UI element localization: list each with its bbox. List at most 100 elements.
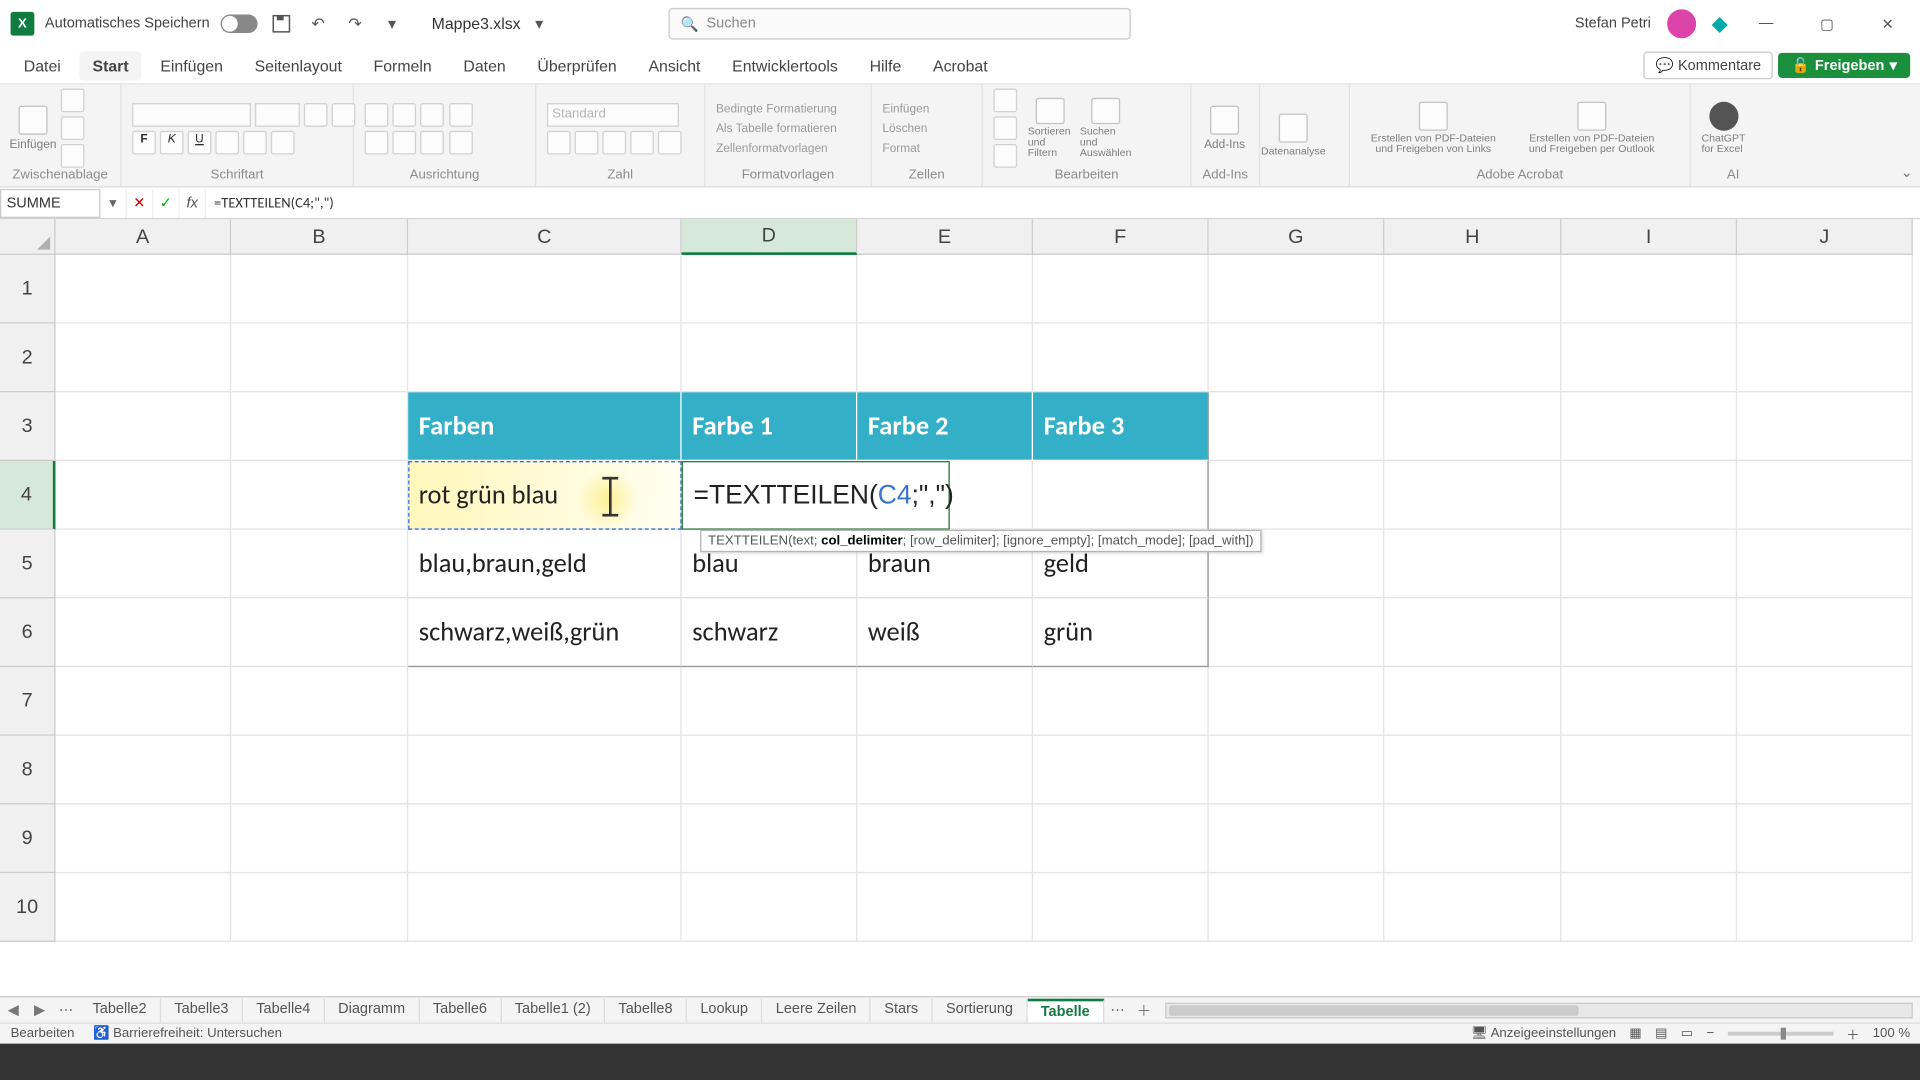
cell-H9[interactable] <box>1384 804 1561 873</box>
spreadsheet-grid[interactable]: ABCDEFGHIJ 12345678910 FarbenFarbe 1Farb… <box>0 219 1920 1001</box>
tab-daten[interactable]: Daten <box>450 51 519 80</box>
select-all-corner[interactable] <box>0 219 55 255</box>
sheet-tab-lookup[interactable]: Lookup <box>687 998 762 1022</box>
cell-E9[interactable] <box>857 804 1033 873</box>
cell-G3[interactable] <box>1209 392 1385 461</box>
create-pdf-links-button[interactable]: Erstellen von PDF-Dateien und Freigeben … <box>1361 98 1506 159</box>
cell-C1[interactable] <box>408 255 681 324</box>
tab-entwicklertools[interactable]: Entwicklertools <box>719 51 851 80</box>
cell-B1[interactable] <box>231 255 408 324</box>
cell-C9[interactable] <box>408 804 681 873</box>
cell-B7[interactable] <box>231 667 408 736</box>
row-header-5[interactable]: 5 <box>0 530 55 599</box>
chatgpt-button[interactable]: ChatGPT for Excel <box>1701 98 1746 159</box>
italic-icon[interactable]: K <box>160 130 184 154</box>
tab-hilfe[interactable]: Hilfe <box>856 51 914 80</box>
align-top-icon[interactable] <box>365 102 389 126</box>
cut-icon[interactable] <box>61 89 85 113</box>
new-sheet-button[interactable]: ＋ <box>1131 999 1157 1020</box>
cells-insert-button[interactable]: Einfügen <box>882 102 929 115</box>
cell-I2[interactable] <box>1561 324 1737 393</box>
cell-B8[interactable] <box>231 736 408 805</box>
cell-C4[interactable]: rot grün blau <box>408 461 681 530</box>
conditional-formatting-button[interactable]: Bedingte Formatierung <box>716 102 837 115</box>
cell-C6[interactable]: schwarz,weiß,grün <box>408 598 681 667</box>
cell-E7[interactable] <box>857 667 1033 736</box>
diamond-icon[interactable]: ◆ <box>1712 11 1728 37</box>
cell-F3[interactable]: Farbe 3 <box>1033 392 1209 461</box>
filename-dropdown-icon[interactable]: ▾ <box>526 11 552 37</box>
border-icon[interactable] <box>215 130 239 154</box>
cell-F9[interactable] <box>1033 804 1209 873</box>
cell-F6[interactable]: grün <box>1033 598 1209 667</box>
decrease-font-icon[interactable] <box>332 102 356 126</box>
row-header-3[interactable]: 3 <box>0 392 55 461</box>
cell-E8[interactable] <box>857 736 1033 805</box>
sheet-tab-diagramm[interactable]: Diagramm <box>325 998 420 1022</box>
cell-H5[interactable] <box>1384 530 1561 599</box>
tab-seitenlayout[interactable]: Seitenlayout <box>241 51 355 80</box>
create-pdf-outlook-button[interactable]: Erstellen von PDF-Dateien und Freigeben … <box>1519 98 1664 159</box>
tab-formeln[interactable]: Formeln <box>360 51 445 80</box>
paste-button[interactable]: Einfügen <box>11 98 56 159</box>
cell-B10[interactable] <box>231 873 408 942</box>
tab-ueberpruefen[interactable]: Überprüfen <box>524 51 630 80</box>
format-painter-icon[interactable] <box>61 144 85 168</box>
bold-icon[interactable]: F <box>132 130 156 154</box>
cell-D6[interactable]: schwarz <box>682 598 858 667</box>
sheet-tab-stars[interactable]: Stars <box>871 998 933 1022</box>
column-header-G[interactable]: G <box>1209 219 1385 255</box>
sheet-tab-leere-zeilen[interactable]: Leere Zeilen <box>763 998 872 1022</box>
user-name-label[interactable]: Stefan Petri <box>1575 16 1651 32</box>
cell-J2[interactable] <box>1737 324 1913 393</box>
cell-A2[interactable] <box>55 324 231 393</box>
cell-H2[interactable] <box>1384 324 1561 393</box>
inc-decimal-icon[interactable] <box>630 130 654 154</box>
sort-filter-button[interactable]: Sortieren und Filtern <box>1028 98 1073 159</box>
formula-cancel-icon[interactable]: ✕ <box>127 188 153 217</box>
view-normal-icon[interactable]: ▦ <box>1629 1026 1641 1041</box>
formula-input[interactable]: =TEXTTEILEN(C4;",") <box>206 194 1920 211</box>
zoom-out-icon[interactable]: − <box>1706 1026 1714 1041</box>
cell-J6[interactable] <box>1737 598 1913 667</box>
cell-H1[interactable] <box>1384 255 1561 324</box>
cell-F7[interactable] <box>1033 667 1209 736</box>
dec-decimal-icon[interactable] <box>658 130 682 154</box>
cell-F4[interactable] <box>1033 461 1209 530</box>
cell-J7[interactable] <box>1737 667 1913 736</box>
comments-button[interactable]: 💬 Kommentare <box>1644 52 1773 80</box>
cell-C10[interactable] <box>408 873 681 942</box>
cell-I7[interactable] <box>1561 667 1737 736</box>
increase-font-icon[interactable] <box>304 102 328 126</box>
sheet-tab-tabelle1-2-[interactable]: Tabelle1 (2) <box>502 998 606 1022</box>
cell-B5[interactable] <box>231 530 408 599</box>
sheet-tab-tabelle8[interactable]: Tabelle8 <box>605 998 687 1022</box>
cell-A5[interactable] <box>55 530 231 599</box>
cell-B6[interactable] <box>231 598 408 667</box>
row-header-4[interactable]: 4 <box>0 461 55 530</box>
cell-A7[interactable] <box>55 667 231 736</box>
sheet-nav-prev-icon[interactable]: ◀ <box>0 1001 26 1018</box>
number-format-select[interactable] <box>547 102 679 126</box>
cell-J3[interactable] <box>1737 392 1913 461</box>
row-header-8[interactable]: 8 <box>0 736 55 805</box>
row-header-7[interactable]: 7 <box>0 667 55 736</box>
cell-D7[interactable] <box>682 667 858 736</box>
tab-acrobat[interactable]: Acrobat <box>920 51 1001 80</box>
redo-icon[interactable]: ↷ <box>342 11 368 37</box>
cell-J10[interactable] <box>1737 873 1913 942</box>
align-left-icon[interactable] <box>365 130 389 154</box>
font-size-input[interactable] <box>255 102 300 126</box>
cell-D10[interactable] <box>682 873 858 942</box>
clear-icon[interactable] <box>993 144 1017 168</box>
cell-E10[interactable] <box>857 873 1033 942</box>
font-color-icon[interactable] <box>271 130 295 154</box>
maximize-button[interactable]: ▢ <box>1804 5 1849 42</box>
cell-D9[interactable] <box>682 804 858 873</box>
cell-D1[interactable] <box>682 255 858 324</box>
percent-icon[interactable] <box>575 130 599 154</box>
cell-B9[interactable] <box>231 804 408 873</box>
cell-A1[interactable] <box>55 255 231 324</box>
cell-H6[interactable] <box>1384 598 1561 667</box>
cell-A3[interactable] <box>55 392 231 461</box>
